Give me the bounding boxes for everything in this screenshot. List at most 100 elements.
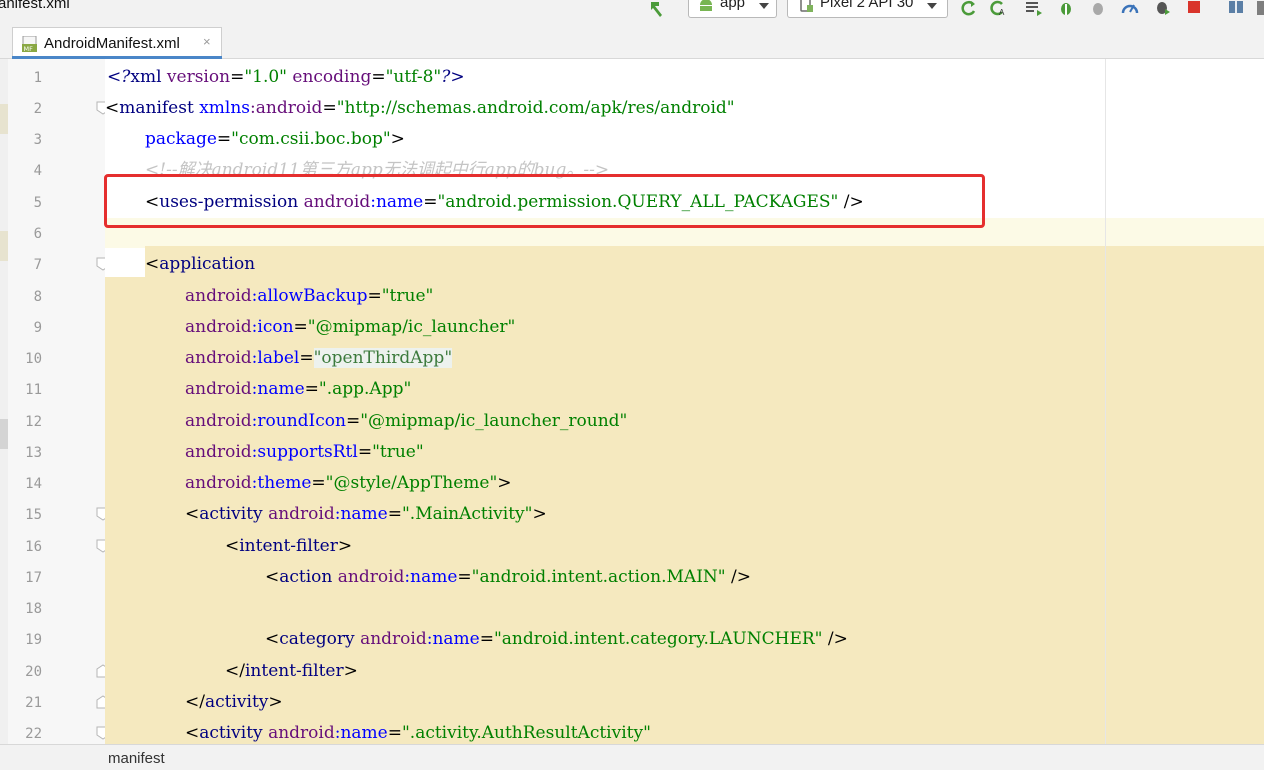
token: = <box>371 67 386 87</box>
token: category <box>279 629 355 649</box>
token: > <box>497 473 512 493</box>
code-line-13: android:supportsRtl="true" <box>185 437 424 468</box>
code-line-14: android:theme="@style/AppTheme"> <box>185 468 512 499</box>
code-line-15: <activity android:name=".MainActivity"> <box>185 499 547 530</box>
token: = <box>367 286 382 306</box>
token: /> <box>725 567 751 587</box>
token: = <box>387 723 402 743</box>
chevron-down-icon <box>927 3 937 9</box>
scope-highlight <box>105 277 145 744</box>
sdk-manager-icon[interactable] <box>1228 0 1246 16</box>
code-line-16: <intent-filter> <box>225 531 352 562</box>
line-number: 20 <box>25 664 42 680</box>
tab-android-manifest[interactable]: MF AndroidManifest.xml × <box>12 27 222 58</box>
editor-tab-bar: MF AndroidManifest.xml × <box>0 22 1264 59</box>
token: < <box>185 504 200 524</box>
run-configuration-select[interactable]: app <box>688 0 777 18</box>
token: "@mipmap/ic_launcher" <box>307 317 516 337</box>
code-line-9: android:icon="@mipmap/ic_launcher" <box>185 312 515 343</box>
code-line-20: </intent-filter> <box>225 656 358 687</box>
token: action <box>279 567 333 587</box>
token: manifest <box>119 98 194 118</box>
token: "http://schemas.android.com/apk/res/andr… <box>336 98 735 118</box>
stop-icon[interactable] <box>1186 0 1204 16</box>
profile-gauge-icon[interactable] <box>1121 0 1139 16</box>
line-number: 2 <box>33 101 42 117</box>
token: > <box>390 129 405 149</box>
line-number: 14 <box>25 476 42 492</box>
change-marker <box>0 231 8 261</box>
run-with-coverage-icon[interactable] <box>1153 0 1171 16</box>
line-number: 9 <box>33 320 42 336</box>
token: "true" <box>372 442 424 462</box>
token: android <box>268 504 335 524</box>
token: android <box>360 629 427 649</box>
token: name <box>340 504 388 524</box>
device-label: Pixel 2 API 30 <box>820 0 914 11</box>
breadcrumb-manifest[interactable]: manifest <box>108 750 165 767</box>
token: activity <box>199 723 263 743</box>
token: "android.intent.category.LAUNCHER" <box>493 629 823 649</box>
token: allowBackup <box>257 286 368 306</box>
avd-manager-icon[interactable] <box>1256 0 1264 16</box>
line-number: 17 <box>25 570 42 586</box>
token: < <box>185 723 200 743</box>
android-robot-icon <box>700 0 712 11</box>
sync-project-icon[interactable] <box>1025 0 1043 16</box>
line-number: 22 <box>25 726 42 742</box>
token: name <box>432 629 480 649</box>
line-number: 1 <box>33 70 42 86</box>
token: xmlns <box>199 98 251 118</box>
line-number: 10 <box>25 351 42 367</box>
code-line-11: android:name=".app.App" <box>185 374 411 405</box>
token: = <box>293 317 308 337</box>
token: android <box>185 379 252 399</box>
line-number: 7 <box>33 257 42 273</box>
token: ".app.App" <box>318 379 412 399</box>
build-hammer-icon[interactable] <box>645 0 667 20</box>
token: < <box>225 536 240 556</box>
line-number: 19 <box>25 632 42 648</box>
token: theme <box>257 473 312 493</box>
token: intent-filter <box>239 536 338 556</box>
token: = <box>299 348 314 368</box>
token: > <box>337 536 353 556</box>
token: intent-filter <box>244 661 344 681</box>
token: supportsRtl <box>257 442 358 462</box>
tab-close-icon[interactable]: × <box>203 34 211 49</box>
token: "com.csii.boc.bop" <box>231 129 391 149</box>
code-line-10: android:label="openThirdApp" <box>185 343 453 374</box>
line-number: 21 <box>25 695 42 711</box>
apply-changes-restart-icon[interactable] <box>960 0 978 16</box>
token: "openThirdApp" <box>313 348 453 368</box>
code-editor[interactable]: <?xml version="1.0" encoding="utf-8"?> <… <box>105 59 1264 744</box>
token: = <box>230 67 245 87</box>
device-select[interactable]: Pixel 2 API 30 <box>787 0 948 18</box>
code-line-17: <action android:name="android.intent.act… <box>265 562 751 593</box>
navigation-file-crumb[interactable]: anifest.xml <box>0 0 70 12</box>
token: > <box>532 504 547 524</box>
code-line-22: <activity android:name=".activity.AuthRe… <box>185 718 651 744</box>
debug-bug-icon[interactable] <box>1057 0 1075 16</box>
attach-debugger-icon[interactable] <box>1090 0 1108 16</box>
apply-code-changes-icon[interactable]: A <box>990 0 1008 16</box>
token: "utf-8" <box>385 67 442 87</box>
right-margin-guide <box>1105 59 1106 744</box>
token: "@style/AppTheme" <box>325 473 498 493</box>
token: = <box>345 411 361 431</box>
token: </ <box>185 692 205 712</box>
line-number: 12 <box>25 414 42 430</box>
token: activity <box>204 692 269 712</box>
line-number: 11 <box>25 382 42 398</box>
manifest-file-icon: MF <box>22 36 37 52</box>
chevron-down-icon <box>759 3 769 9</box>
svg-text:A: A <box>999 8 1005 16</box>
code-line-8: android:allowBackup="true" <box>185 281 433 312</box>
structure-breadcrumb-bar: manifest <box>0 744 1264 770</box>
token: < <box>265 567 280 587</box>
token: = <box>311 473 326 493</box>
annotation-highlight-box <box>104 174 985 228</box>
token: = <box>457 567 472 587</box>
token: = <box>322 98 337 118</box>
scroll-marker <box>0 419 8 449</box>
